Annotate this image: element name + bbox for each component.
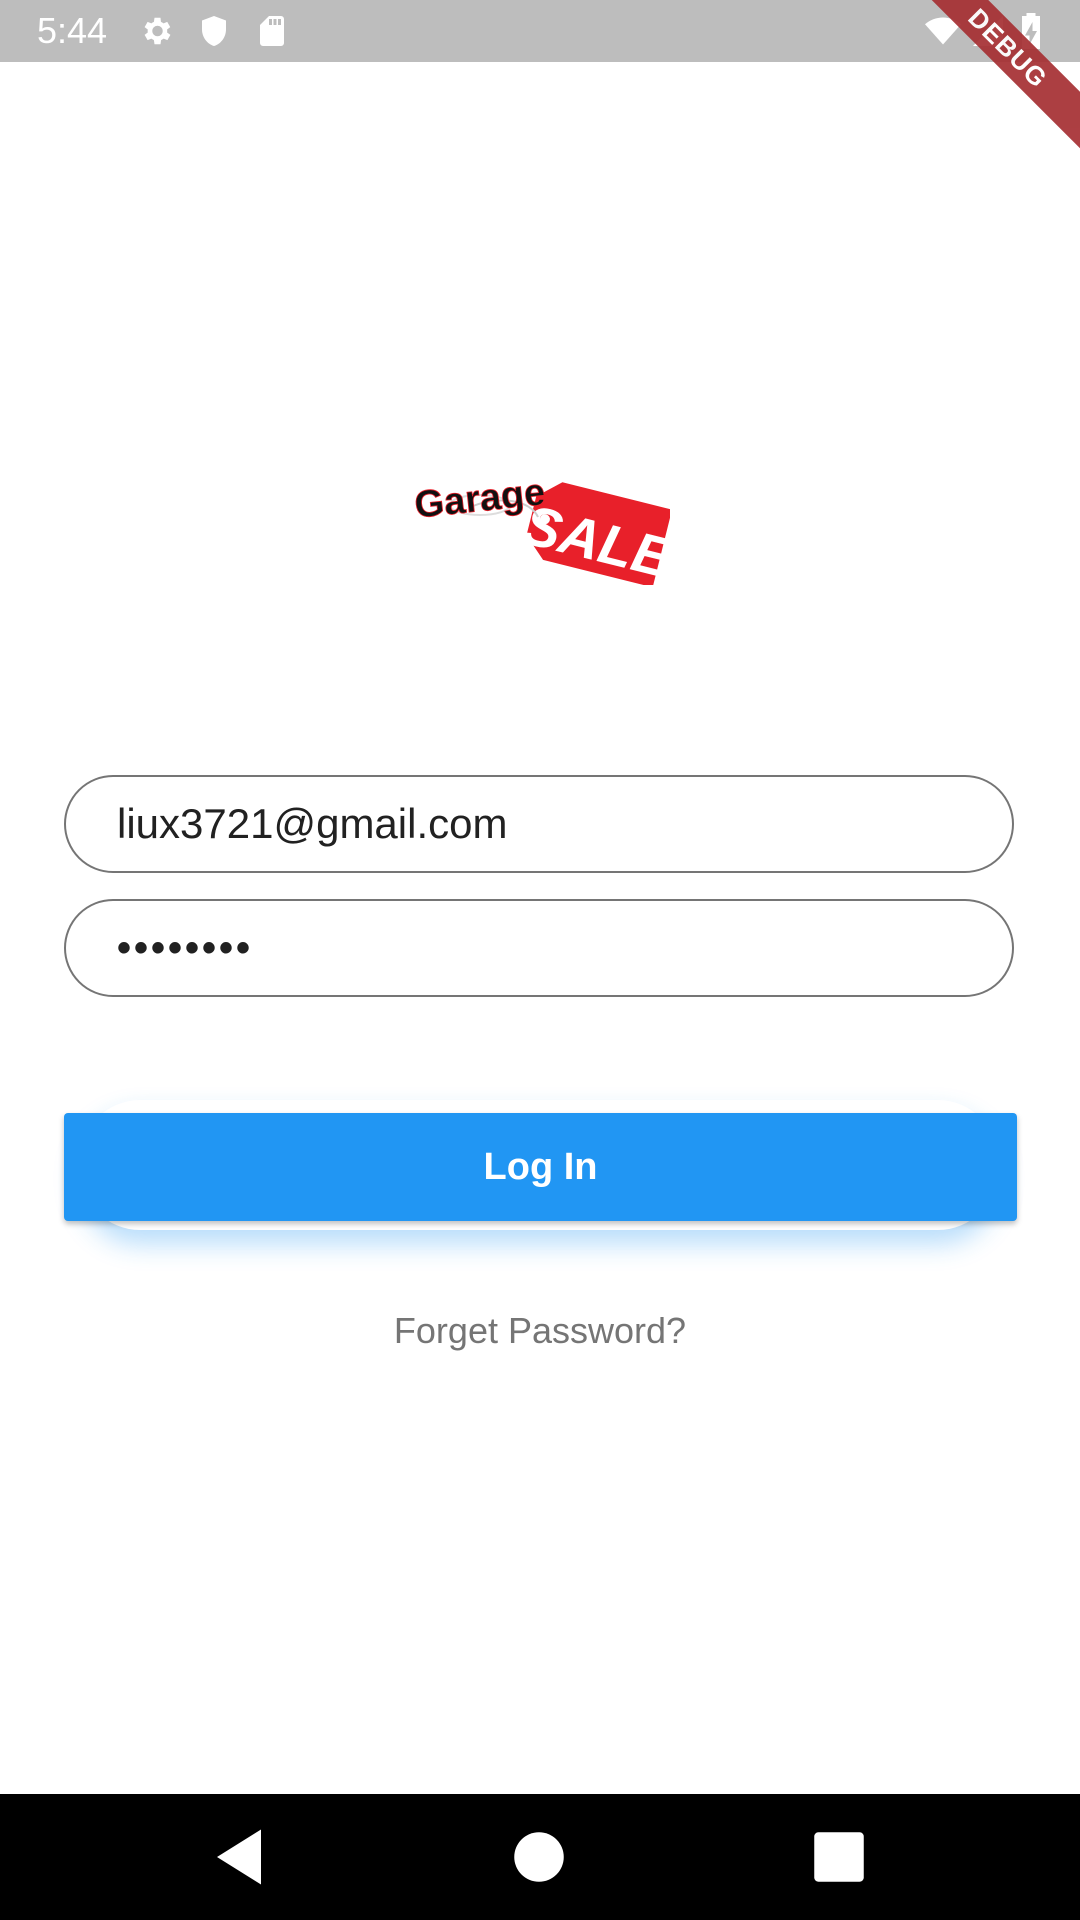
login-screen: 5:44 DEBUG SALE Garage liux3721@gmail.co…	[0, 0, 1080, 1920]
email-value: liux3721@gmail.com	[117, 800, 508, 847]
settings-icon	[144, 17, 171, 45]
status-bar: 5:44 DEBUG	[0, 0, 1080, 169]
status-time: 5:44	[37, 10, 108, 51]
password-field[interactable]: ••••••••	[64, 899, 1014, 997]
debug-banner: DEBUG	[887, 0, 1080, 169]
navigation-bar	[0, 1794, 1080, 1920]
recents-icon[interactable]	[806, 1824, 872, 1890]
forget-password-link[interactable]: Forget Password?	[0, 1310, 1080, 1352]
email-field[interactable]: liux3721@gmail.com	[64, 775, 1014, 873]
back-icon[interactable]	[206, 1824, 272, 1890]
password-value: ••••••••	[117, 926, 254, 970]
home-icon[interactable]	[506, 1824, 572, 1890]
login-button[interactable]: Log In	[64, 1113, 1017, 1221]
shield-icon	[202, 16, 226, 46]
sd-card-icon	[260, 16, 284, 46]
garage-sale-logo: SALE Garage	[412, 471, 670, 585]
